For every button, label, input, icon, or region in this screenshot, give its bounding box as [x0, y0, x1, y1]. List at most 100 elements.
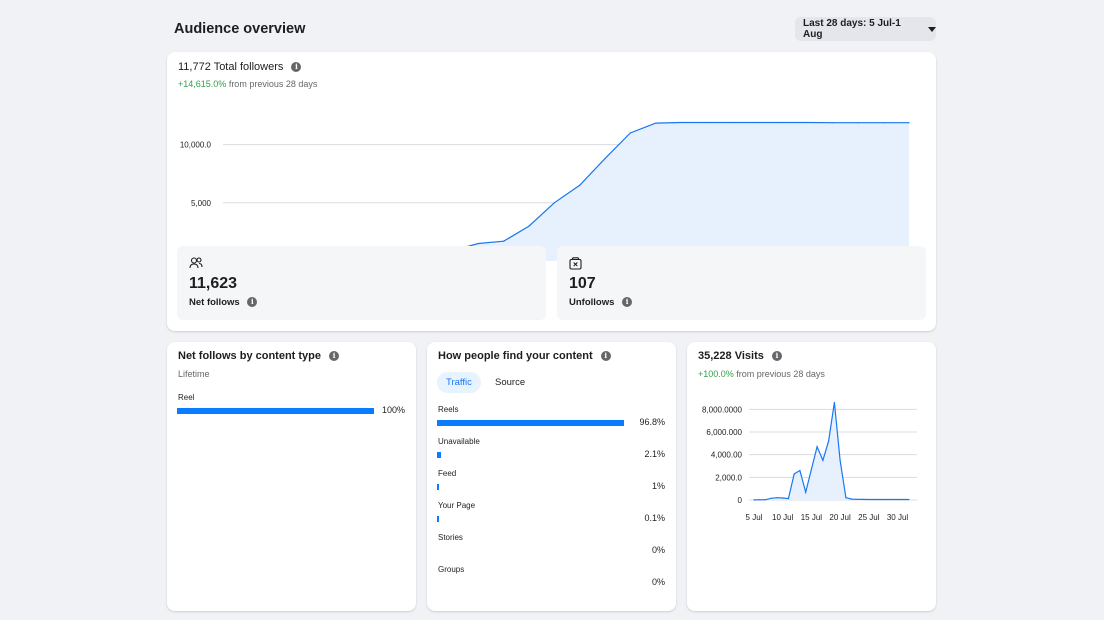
discovery-item-pct: 1% — [651, 481, 665, 491]
data-point — [604, 157, 606, 160]
data-point — [528, 225, 530, 227]
tab-traffic[interactable]: Traffic — [437, 372, 481, 393]
discovery-item-pct: 0% — [651, 577, 665, 587]
visits-heading: 35,228 Visits i — [698, 350, 782, 362]
y-tick-label: 4,000.00 — [711, 451, 743, 460]
discovery-title: How people find your content — [438, 350, 593, 362]
data-point — [782, 497, 784, 499]
data-point — [908, 498, 910, 501]
data-point — [883, 122, 885, 124]
unfollows-value: 107 — [569, 275, 596, 292]
visits-change-suffix: from previous 28 days — [736, 369, 825, 379]
data-point — [873, 498, 876, 501]
data-point — [891, 498, 893, 501]
data-point — [793, 473, 795, 475]
x-tick-label: 25 Jul — [858, 513, 880, 522]
discovery-heading: How people find your content i — [438, 350, 611, 362]
content-type-label: Reel — [178, 393, 195, 402]
discovery-card: How people find your content i Traffic S… — [427, 342, 676, 611]
y-tick-label: 2,000.0 — [715, 473, 742, 482]
data-point — [857, 122, 859, 124]
x-tick-label: 30 Jul — [887, 513, 909, 522]
discovery-item-pct: 96.8% — [639, 417, 665, 427]
net-follows-label-row: Net follows i — [189, 297, 258, 308]
y-tick-label: 6,000.000 — [706, 428, 742, 437]
data-point — [862, 498, 864, 501]
data-point — [810, 468, 813, 470]
data-point — [902, 498, 904, 501]
discovery-item-label: Unavailable — [438, 437, 480, 446]
data-point — [828, 440, 830, 442]
page-title: Audience overview — [174, 21, 306, 37]
data-point — [503, 240, 505, 242]
data-point — [680, 121, 682, 124]
info-icon[interactable]: i — [600, 351, 611, 362]
visits-change: +100.0% from previous 28 days — [698, 369, 825, 379]
data-point — [705, 121, 707, 124]
net-follows-value: 11,623 — [189, 275, 238, 292]
total-followers-heading: 11,772 Total followers i — [178, 61, 302, 73]
y-tick-label: 0 — [738, 496, 743, 505]
info-icon[interactable]: i — [329, 351, 340, 362]
followers-change-value: +14,615.0% — [178, 79, 227, 89]
data-point — [579, 184, 581, 186]
discovery-item-pct: 0.1% — [644, 513, 665, 523]
data-point — [896, 498, 899, 501]
info-icon[interactable]: i — [247, 297, 258, 308]
data-point — [781, 121, 783, 124]
info-icon[interactable]: i — [771, 351, 782, 362]
content-type-card: Net follows by content type i Lifetime R… — [167, 342, 416, 611]
discovery-item-bar — [437, 452, 442, 458]
data-point — [799, 469, 801, 472]
tab-source[interactable]: Source — [486, 372, 534, 393]
date-range-dropdown[interactable]: Last 28 days: 5 Jul-1 Aug — [795, 17, 936, 41]
data-point — [885, 498, 887, 501]
data-point — [787, 498, 790, 500]
discovery-item-bar — [437, 484, 439, 490]
data-point — [655, 122, 657, 124]
net-follows-label: Net follows — [189, 297, 240, 308]
data-point — [756, 121, 758, 124]
discovery-item-label: Your Page — [438, 501, 476, 510]
data-point — [805, 491, 807, 493]
followers-change-suffix: from previous 28 days — [228, 79, 318, 89]
discovery-item-bar — [437, 516, 439, 522]
data-point — [879, 498, 881, 501]
visits-card: 35,228 Visits i +100.0% from previous 28… — [687, 342, 936, 611]
visits-change-value: +100.0% — [698, 369, 734, 379]
data-point — [816, 446, 818, 448]
data-point — [833, 401, 835, 404]
x-tick-label: 20 Jul — [829, 513, 851, 522]
visits-chart: 0 2,000.0 4,000.00 6,000.000 8,000.0000 5 Jul… — [702, 401, 917, 522]
caret-down-icon — [928, 26, 936, 32]
info-icon[interactable]: i — [622, 297, 633, 308]
followers-card: 11,772 Total followers i +14,615.0% from… — [167, 52, 936, 331]
followers-change: +14,615.0% from previous 28 days — [178, 79, 317, 89]
unfollows-label-row: Unfollows i — [569, 297, 633, 308]
data-point — [731, 121, 733, 124]
content-type-pct: 100% — [381, 405, 405, 415]
discovery-item-pct: 0% — [651, 545, 665, 555]
discovery-item-label: Groups — [438, 565, 465, 574]
total-followers-label: Total followers — [213, 61, 284, 73]
data-point — [856, 498, 858, 500]
data-point — [868, 498, 870, 501]
data-point — [477, 242, 479, 245]
unfollow-icon — [569, 257, 582, 270]
data-point — [908, 122, 910, 124]
data-point — [629, 132, 631, 134]
unfollows-label: Unfollows — [569, 297, 615, 308]
content-type-subtitle: Lifetime — [178, 369, 210, 379]
data-point — [770, 497, 772, 499]
visits-value: 35,228 — [698, 350, 732, 362]
x-tick-label: 5 Jul — [746, 513, 763, 522]
data-point — [776, 497, 778, 499]
y-tick-label: 10,000.0 — [180, 141, 212, 150]
data-point — [764, 499, 767, 501]
info-icon[interactable]: i — [291, 62, 302, 73]
discovery-item-label: Reels — [438, 405, 459, 414]
unfollows-box: 107 Unfollows i — [557, 246, 926, 320]
data-point — [839, 459, 841, 461]
series-area — [754, 402, 909, 500]
total-followers-value: 11,772 — [178, 61, 211, 73]
